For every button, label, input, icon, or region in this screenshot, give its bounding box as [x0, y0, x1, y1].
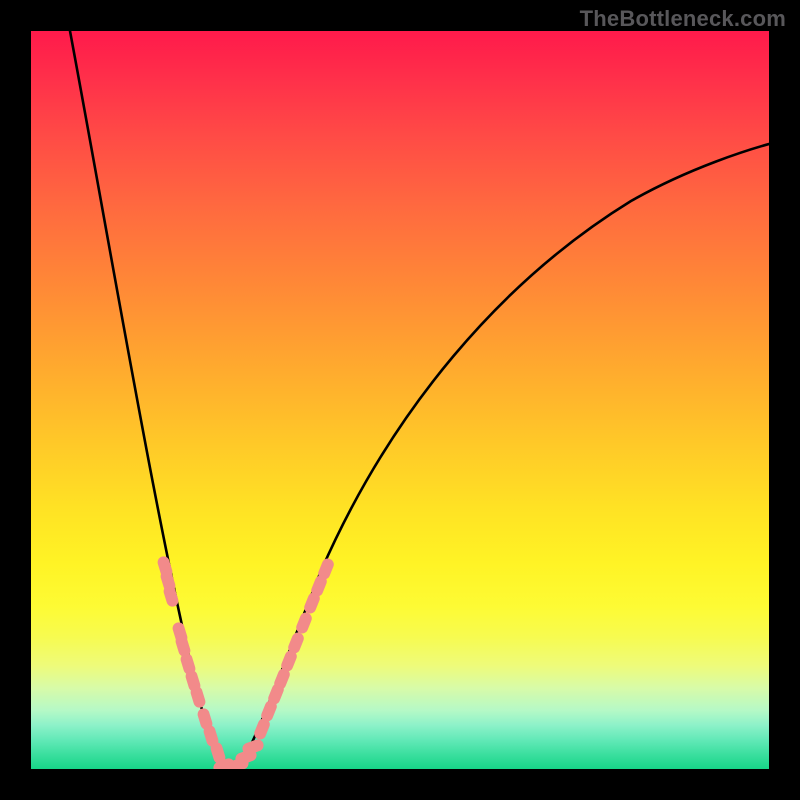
bottleneck-curve-layer [31, 31, 769, 769]
left-branch-markers [156, 555, 227, 765]
right-branch-markers [252, 557, 335, 742]
chart-frame: TheBottleneck.com [0, 0, 800, 800]
watermark-text: TheBottleneck.com [580, 6, 786, 32]
bottleneck-curve [70, 31, 769, 768]
plot-area [31, 31, 769, 769]
